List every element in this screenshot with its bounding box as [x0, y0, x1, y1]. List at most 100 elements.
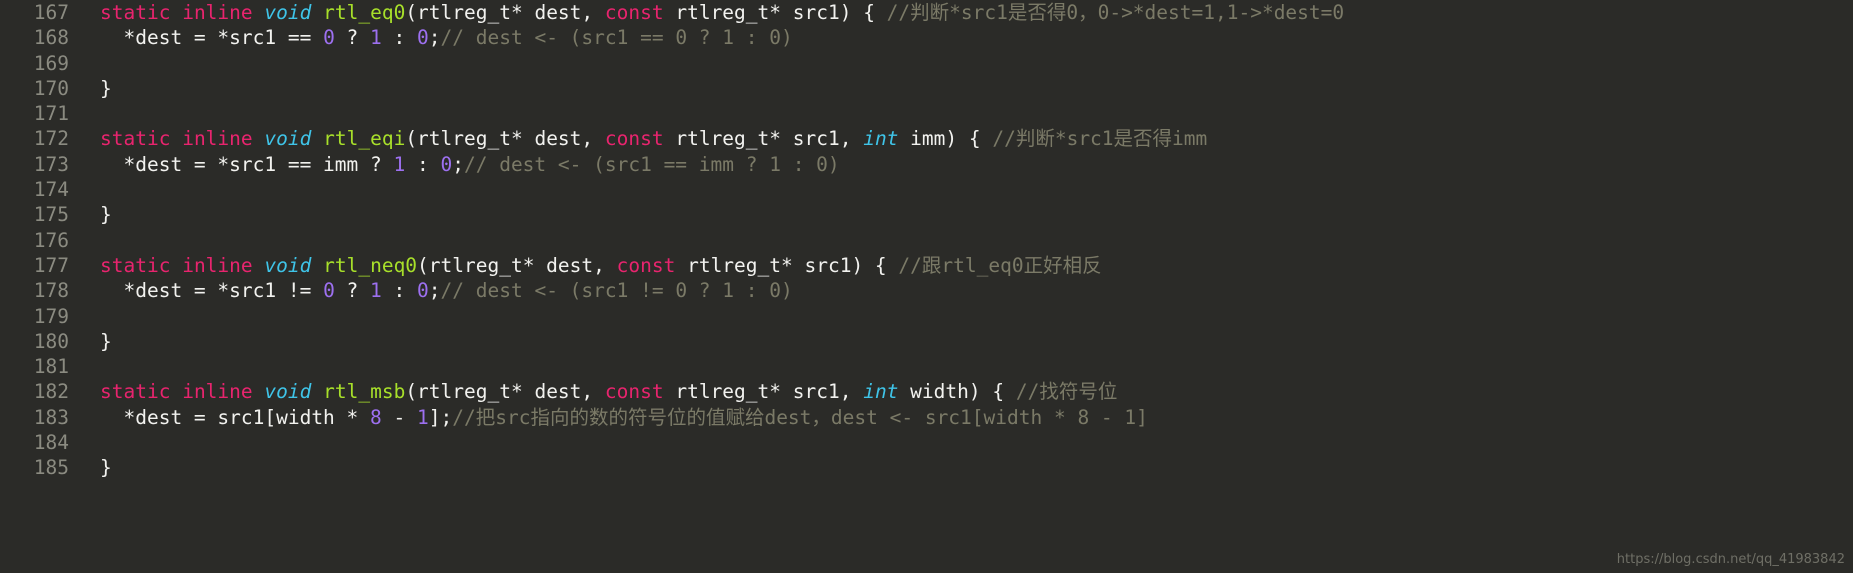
code-line[interactable]: 185}	[0, 455, 1853, 480]
token-num: 0	[417, 279, 429, 303]
token-num: 8	[370, 405, 382, 429]
line-number: 172	[33, 127, 69, 151]
token-plain: ];	[428, 405, 453, 429]
code-line[interactable]: 178 *dest = *src1 != 0 ? 1 : 0;// dest <…	[0, 278, 1853, 303]
line-number: 176	[33, 228, 69, 252]
line-number: 168	[33, 26, 69, 50]
token-comment: //找符号位	[1015, 380, 1118, 404]
line-content[interactable]: static inline void rtl_msb(rtlreg_t* des…	[100, 379, 1117, 404]
token-kw: const	[616, 253, 676, 277]
token-plain: :	[381, 279, 418, 303]
token-plain: *dest = *src1 ==	[100, 26, 324, 50]
line-content[interactable]: static inline void rtl_neq0(rtlreg_t* de…	[100, 253, 1102, 278]
token-comment: // dest <- (src1 != 0 ? 1 : 0)	[440, 279, 793, 303]
token-type: void	[264, 127, 312, 151]
token-plain: rtlreg_t* src1) {	[663, 1, 887, 24]
line-number: 170	[33, 76, 69, 100]
watermark-text: https://blog.csdn.net/qq_41983842	[1616, 552, 1845, 567]
code-line[interactable]: 168 *dest = *src1 == 0 ? 1 : 0;// dest <…	[0, 25, 1853, 50]
token-plain: }	[100, 203, 112, 227]
token-fn: rtl_msb	[323, 380, 406, 404]
code-line[interactable]: 176	[0, 228, 1853, 253]
code-line[interactable]: 181	[0, 354, 1853, 379]
token-plain: rtlreg_t* src1,	[663, 127, 864, 151]
line-number: 169	[33, 51, 69, 75]
token-type: void	[264, 380, 312, 404]
token-plain: imm) {	[898, 127, 993, 151]
code-line[interactable]: 180}	[0, 329, 1853, 354]
token-num: 0	[417, 26, 429, 50]
line-number: 184	[33, 431, 69, 455]
line-content[interactable]: *dest = *src1 != 0 ? 1 : 0;// dest <- (s…	[100, 278, 793, 303]
token-kw: const	[604, 1, 664, 24]
line-content[interactable]: }	[100, 329, 112, 354]
token-plain: (rtlreg_t* dest,	[405, 1, 605, 24]
code-editor: 167 static inline void rtl_eq0(rtlreg_t* …	[0, 0, 1853, 573]
line-content[interactable]: static inline void rtl_eq0(rtlreg_t* des…	[100, 0, 1344, 25]
line-number: 174	[33, 178, 69, 202]
code-line[interactable]: 169	[0, 51, 1853, 76]
token-comment: // dest <- (src1 == 0 ? 1 : 0)	[440, 26, 793, 50]
token-num: 1	[417, 405, 429, 429]
token-kw: static	[100, 127, 171, 151]
code-line[interactable]: 174	[0, 177, 1853, 202]
token-plain: ?	[334, 26, 371, 50]
token-plain: ;	[452, 152, 464, 176]
line-content[interactable]: *dest = *src1 == imm ? 1 : 0;// dest <- …	[100, 152, 840, 177]
line-number: 179	[33, 304, 69, 328]
line-content[interactable]: *dest = *src1 == 0 ? 1 : 0;// dest <- (s…	[100, 25, 793, 50]
code-line[interactable]: 170}	[0, 76, 1853, 101]
token-plain: -	[381, 405, 418, 429]
token-plain: ;	[428, 279, 441, 303]
line-number: 177	[33, 253, 69, 277]
token-kw: inline	[182, 127, 253, 151]
token-kw: static	[100, 253, 171, 277]
code-line[interactable]: 183 *dest = src1[width * 8 - 1];//把src指向…	[0, 405, 1853, 430]
code-line[interactable]: 172 static inline void rtl_eqi(rtlreg_t* …	[0, 126, 1853, 151]
line-content[interactable]: static inline void rtl_eqi(rtlreg_t* des…	[100, 126, 1207, 151]
token-plain: *dest = *src1 == imm ?	[100, 152, 394, 176]
code-line[interactable]: 173 *dest = *src1 == imm ? 1 : 0;// dest…	[0, 152, 1853, 177]
code-line[interactable]: 177 static inline void rtl_neq0(rtlreg_t*…	[0, 253, 1853, 278]
line-content[interactable]: }	[100, 76, 112, 101]
token-kw: inline	[182, 380, 253, 404]
line-number: 181	[33, 355, 69, 379]
token-type: int	[863, 127, 899, 151]
code-line[interactable]: 182 static inline void rtl_msb(rtlreg_t* …	[0, 379, 1853, 404]
code-line[interactable]: 167 static inline void rtl_eq0(rtlreg_t* …	[0, 0, 1853, 25]
token-comment: //把src指向的数的符号位的值赋给dest，dest <- src1[widt…	[452, 405, 1148, 429]
code-line[interactable]: 179	[0, 304, 1853, 329]
token-kw: const	[604, 127, 664, 151]
token-plain: (rtlreg_t* dest,	[417, 253, 617, 277]
line-content[interactable]: }	[100, 202, 112, 227]
token-plain: (rtlreg_t* dest,	[405, 380, 605, 404]
token-kw: static	[100, 1, 171, 24]
token-plain: }	[100, 329, 112, 353]
token-num: 0	[440, 152, 453, 176]
token-type: void	[264, 1, 312, 24]
code-line[interactable]: 184	[0, 430, 1853, 455]
token-plain: }	[100, 76, 112, 100]
code-line[interactable]: 171	[0, 101, 1853, 126]
token-plain: *dest = src1[width *	[100, 405, 371, 429]
token-plain: rtlreg_t* src1) {	[675, 253, 899, 277]
code-line[interactable]: 175}	[0, 202, 1853, 227]
token-type: void	[264, 253, 312, 277]
code-lines-container[interactable]: 167 static inline void rtl_eq0(rtlreg_t* …	[0, 0, 1853, 573]
line-content[interactable]: *dest = src1[width * 8 - 1];//把src指向的数的符…	[100, 405, 1148, 430]
line-number: 180	[33, 329, 69, 353]
line-number: 167	[33, 1, 69, 24]
token-comment: //判断*src1是否得0，0->*dest=1,1->*dest=0	[886, 1, 1345, 24]
token-plain: :	[405, 152, 441, 176]
line-content[interactable]: }	[100, 455, 112, 480]
token-comment: // dest <- (src1 == imm ? 1 : 0)	[463, 152, 840, 176]
line-number: 173	[33, 152, 69, 176]
token-kw: const	[604, 380, 664, 404]
